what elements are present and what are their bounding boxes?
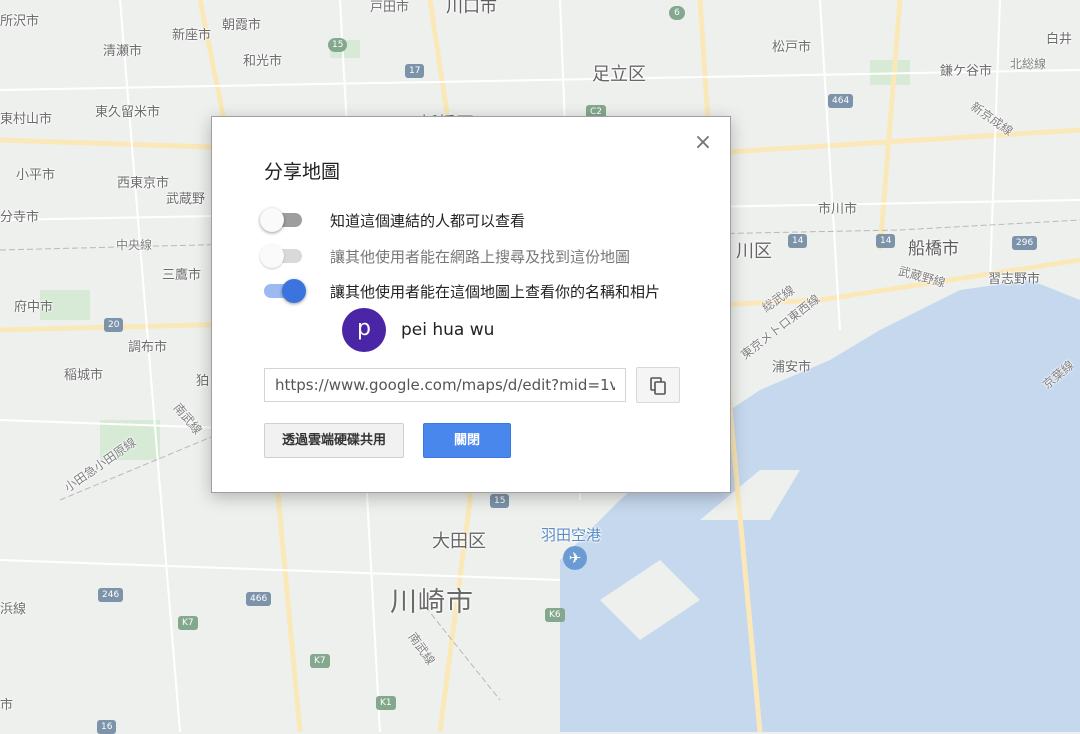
place-label: 朝霞市 [222,18,262,33]
place-label: 武蔵野 [166,192,206,207]
place-label: 市 [0,698,14,713]
place-label: 浜線 [0,602,27,617]
route-shield: 15 [490,494,510,508]
route-shield: 20 [104,318,124,332]
route-shield: 14 [788,234,808,248]
place-label: 大田区 [432,531,486,552]
option-label: 讓其他使用者能在這個地圖上查看你的名稱和相片 [330,282,661,301]
place-label: 東久留米市 [95,105,161,120]
dialog-title: 分享地圖 [264,161,341,183]
place-label: 分寺市 [0,210,40,225]
place-label: 松戸市 [772,40,812,55]
route-shield: 296 [1012,236,1038,250]
option-show-name-photo[interactable]: 讓其他使用者能在這個地圖上查看你的名稱和相片 [260,279,660,303]
place-label: 川口市 [446,0,497,17]
route-shield: 246 [98,588,124,602]
route-shield: K6 [545,608,565,622]
place-label: 船橋市 [908,239,959,259]
place-label: 浦安市 [772,360,812,375]
option-searchable: 讓其他使用者能在網路上搜尋及找到這份地圖 [260,244,630,268]
place-label: 川崎市 [390,587,474,618]
place-label: 北総線 [1010,57,1047,71]
place-label: 鎌ケ谷市 [940,64,993,79]
option-label: 讓其他使用者能在網路上搜尋及找到這份地圖 [330,247,631,266]
toggle-knob [282,279,306,303]
route-shield: 464 [828,94,854,108]
option-link-view[interactable]: 知道這個連結的人都可以查看 [260,208,525,232]
place-label: 戸田市 [370,0,410,15]
route-shield: K7 [310,654,330,668]
avatar: p [342,308,386,352]
place-label: 羽田空港 [541,526,602,544]
place-label: 中央線 [116,238,153,252]
place-label: 府中市 [14,300,54,315]
place-label: 西東京市 [117,176,170,191]
option-label: 知道這個連結的人都可以查看 [330,211,526,230]
share-link-input[interactable] [264,368,626,402]
close-button[interactable]: 關閉 [423,423,511,458]
place-label: 和光市 [243,54,283,69]
place-label: 新座市 [172,28,212,43]
place-label: 所沢市 [0,14,40,29]
route-shield: K1 [376,696,396,710]
place-label: 狛 [196,374,210,389]
route-shield: 466 [246,592,272,606]
place-label: 市川市 [818,202,858,217]
route-shield: 15 [328,38,348,52]
user-identity: p pei hua wu [342,308,494,352]
close-icon[interactable]: × [693,132,713,154]
share-via-drive-button[interactable]: 透過雲端硬碟共用 [264,423,404,458]
place-label: 足立区 [592,64,646,85]
place-label: 川区 [736,241,772,262]
place-label: 東村山市 [0,112,53,127]
place-label: 稲城市 [64,368,104,383]
toggle-knob [260,208,284,232]
place-label: 三鷹市 [162,268,202,283]
route-shield: 17 [405,64,425,78]
place-label: 調布市 [128,340,168,355]
searchable-toggle [260,244,308,268]
copy-link-button[interactable] [636,367,680,403]
route-shield: K7 [178,616,198,630]
airport-icon: ✈ [563,546,587,570]
copy-icon [650,377,666,395]
route-shield: 14 [876,234,896,248]
show-name-photo-toggle[interactable] [260,279,308,303]
toggle-knob [260,244,284,268]
link-view-toggle[interactable] [260,208,308,232]
place-label: 清瀬市 [103,44,143,59]
place-label: 習志野市 [988,272,1041,287]
route-shield: 6 [669,6,685,20]
user-name: pei hua wu [401,320,495,340]
place-label: 小平市 [16,168,56,183]
share-map-dialog: × 分享地圖 知道這個連結的人都可以查看 讓其他使用者能在網路上搜尋及找到這份地… [211,116,731,493]
place-label: 白井 [1046,32,1073,47]
